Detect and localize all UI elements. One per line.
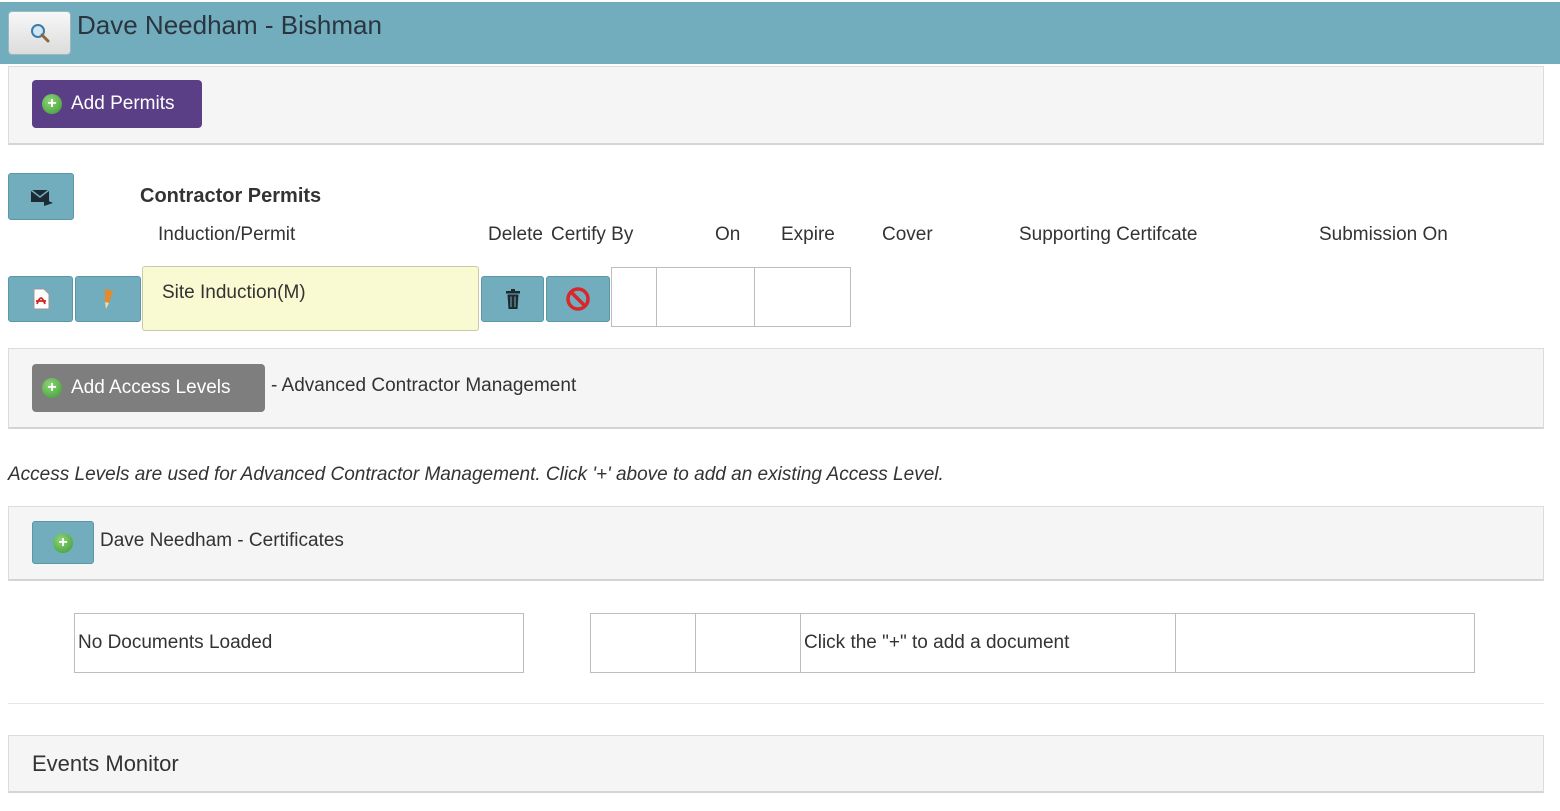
plus-circle-icon: + xyxy=(53,532,73,553)
envelope-icon xyxy=(30,188,53,206)
pencil-icon xyxy=(105,289,113,309)
document-cell xyxy=(1175,613,1475,673)
search-button[interactable] xyxy=(8,11,71,55)
access-levels-note: Access Levels are used for Advanced Cont… xyxy=(8,464,944,485)
col-supporting-certificate: Supporting Certifcate xyxy=(1019,224,1198,245)
access-levels-suffix: - Advanced Contractor Management xyxy=(271,375,577,396)
document-cell xyxy=(695,613,801,673)
document-cell xyxy=(590,613,696,673)
col-induction-permit: Induction/Permit xyxy=(158,224,296,245)
add-access-levels-label: Add Access Levels xyxy=(71,377,231,398)
pdf-icon xyxy=(33,288,49,310)
plus-circle-icon: + xyxy=(42,94,62,114)
edit-permit-button[interactable] xyxy=(75,276,141,322)
certify-by-cell xyxy=(611,267,657,327)
trash-icon xyxy=(505,289,520,309)
col-expire: Expire xyxy=(781,224,835,245)
contractor-permits-heading: Contractor Permits xyxy=(140,185,322,207)
search-icon xyxy=(30,24,49,43)
add-permits-label: Add Permits xyxy=(71,93,175,114)
events-monitor-title: Events Monitor xyxy=(32,751,179,776)
permit-name: Site Induction(M) xyxy=(162,282,306,303)
events-monitor-panel[interactable]: Events Monitor xyxy=(8,735,1544,793)
pdf-button[interactable] xyxy=(8,276,73,322)
document-hint-cell: Click the "+" to add a document xyxy=(800,613,1176,673)
add-permits-button[interactable]: + Add Permits xyxy=(32,80,202,128)
no-entry-icon xyxy=(566,287,590,311)
add-access-levels-button[interactable]: + Add Access Levels xyxy=(32,364,265,412)
expire-cell xyxy=(754,267,851,327)
col-certify-by: Certify By xyxy=(551,224,634,245)
page-title: Dave Needham - Bishman xyxy=(77,10,382,40)
divider xyxy=(8,703,1544,704)
revoke-permit-button[interactable] xyxy=(546,276,610,322)
no-documents-text: No Documents Loaded xyxy=(78,632,273,653)
documents-empty-cell: No Documents Loaded xyxy=(74,613,524,673)
col-cover: Cover xyxy=(882,224,933,245)
add-document-hint: Click the "+" to add a document xyxy=(804,632,1070,653)
certificates-title: Dave Needham - Certificates xyxy=(100,530,344,551)
delete-permit-button[interactable] xyxy=(481,276,544,322)
permits-panel xyxy=(8,66,1544,145)
add-certificate-button[interactable]: + xyxy=(32,521,94,564)
col-submission-on: Submission On xyxy=(1319,224,1448,245)
email-permits-button[interactable] xyxy=(8,173,74,220)
permit-name-cell[interactable]: Site Induction(M) xyxy=(142,266,479,331)
col-on: On xyxy=(715,224,741,245)
plus-circle-icon: + xyxy=(42,378,62,398)
on-cell xyxy=(656,267,755,327)
col-delete: Delete xyxy=(488,224,543,245)
